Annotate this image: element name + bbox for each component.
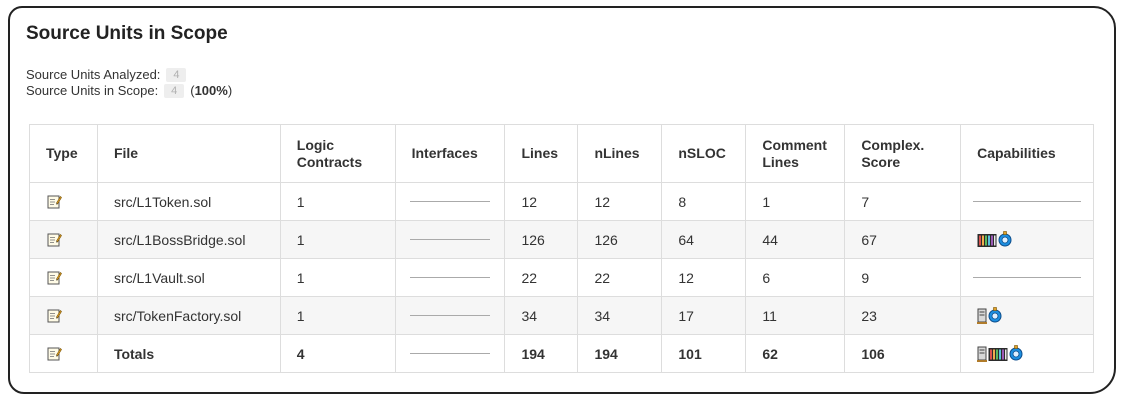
comment-lines-value: 6 <box>745 258 846 297</box>
logic-contracts-value: 4 <box>279 334 396 373</box>
capabilities-cell <box>960 296 1094 335</box>
source-units-table: Type File Logic Contracts Interfaces Lin… <box>29 124 1094 373</box>
header-nsloc: nSLOC <box>661 124 747 183</box>
complex-score-value: 67 <box>844 220 962 259</box>
empty-dash <box>409 315 491 316</box>
nlines-value: 12 <box>577 182 663 221</box>
hash-icon <box>988 307 1002 323</box>
capabilities-cell <box>960 334 1094 373</box>
nsloc-value: 64 <box>661 220 747 259</box>
header-type: Type <box>29 124 98 183</box>
hash-icon <box>1009 345 1023 361</box>
capabilities-icons <box>977 231 1012 248</box>
empty-dash <box>409 353 491 354</box>
type-cell <box>29 334 98 373</box>
file-name: src/L1BossBridge.sol <box>96 220 281 259</box>
interfaces-value <box>394 182 506 221</box>
lines-value: 12 <box>504 182 579 221</box>
nsloc-value: 12 <box>661 258 747 297</box>
complex-score-value: 106 <box>844 334 962 373</box>
bytes-icon <box>988 348 1008 362</box>
type-cell <box>29 182 98 221</box>
table-header-row: Type File Logic Contracts Interfaces Lin… <box>29 124 1094 183</box>
type-cell <box>29 296 98 335</box>
nlines-value: 34 <box>577 296 663 335</box>
file-name: src/L1Vault.sol <box>96 258 281 297</box>
header-interfaces: Interfaces <box>394 124 506 183</box>
bytes-icon <box>977 234 997 248</box>
logic-contracts-value: 1 <box>279 258 396 297</box>
capabilities-icons <box>977 307 1002 325</box>
empty-dash <box>409 239 491 240</box>
totals-label: Totals <box>96 334 281 373</box>
header-comment-lines: Comment Lines <box>745 124 846 183</box>
header-lines: Lines <box>504 124 579 183</box>
nsloc-value: 17 <box>661 296 747 335</box>
section-title: Source Units in Scope <box>26 23 228 44</box>
scope-summary: Source Units Analyzed: 4 Source Units in… <box>26 67 232 99</box>
header-capabilities: Capabilities <box>960 124 1094 183</box>
empty-dash <box>409 277 491 278</box>
scope-label: Source Units in Scope: <box>26 83 159 98</box>
file-name: src/TokenFactory.sol <box>96 296 281 335</box>
analyzed-label: Source Units Analyzed: <box>26 67 161 82</box>
nlines-value: 194 <box>577 334 663 373</box>
interfaces-value <box>394 334 506 373</box>
capabilities-cell <box>960 220 1094 259</box>
nlines-value: 126 <box>577 220 663 259</box>
empty-dash <box>973 201 1081 202</box>
capabilities-cell <box>960 182 1094 221</box>
header-file: File <box>96 124 281 183</box>
nlines-value: 22 <box>577 258 663 297</box>
hash-icon <box>998 231 1012 247</box>
table-row: src/L1BossBridge.sol 1 126 126 64 44 67 <box>29 220 1094 259</box>
lines-value: 22 <box>504 258 579 297</box>
nsloc-value: 8 <box>661 182 747 221</box>
complex-score-value: 23 <box>844 296 962 335</box>
lines-value: 34 <box>504 296 579 335</box>
interfaces-value <box>394 220 506 259</box>
logic-contracts-value: 1 <box>279 296 396 335</box>
comment-lines-value: 62 <box>745 334 846 373</box>
type-cell <box>29 258 98 297</box>
server-icon <box>977 308 988 325</box>
capabilities-icons <box>977 345 1023 363</box>
comment-lines-value: 44 <box>745 220 846 259</box>
comment-lines-value: 11 <box>745 296 846 335</box>
totals-row: Totals 4 194 194 101 62 106 <box>29 334 1094 373</box>
table-row: src/L1Vault.sol 1 22 22 12 6 9 <box>29 258 1094 297</box>
file-name: src/L1Token.sol <box>96 182 281 221</box>
interfaces-value <box>394 258 506 297</box>
lines-value: 126 <box>504 220 579 259</box>
comment-lines-value: 1 <box>745 182 846 221</box>
complex-score-value: 7 <box>844 182 962 221</box>
analyzed-count-badge: 4 <box>166 68 187 82</box>
memo-icon <box>47 271 62 285</box>
nsloc-value: 101 <box>661 334 747 373</box>
header-complex-score: Complex. Score <box>844 124 962 183</box>
memo-icon <box>47 309 62 323</box>
empty-dash <box>409 201 491 202</box>
empty-dash <box>973 277 1081 278</box>
header-nlines: nLines <box>577 124 663 183</box>
memo-icon <box>47 195 62 209</box>
scope-row: Source Units in Scope: 4 (100%) <box>26 83 232 99</box>
logic-contracts-value: 1 <box>279 182 396 221</box>
capabilities-cell <box>960 258 1094 297</box>
analyzed-row: Source Units Analyzed: 4 <box>26 67 232 83</box>
logic-contracts-value: 1 <box>279 220 396 259</box>
interfaces-value <box>394 296 506 335</box>
table-row: src/L1Token.sol 1 12 12 8 1 7 <box>29 182 1094 221</box>
memo-icon <box>47 347 62 361</box>
memo-icon <box>47 233 62 247</box>
table-row: src/TokenFactory.sol 1 34 34 17 11 23 <box>29 296 1094 335</box>
server-icon <box>977 346 988 363</box>
scope-count-badge: 4 <box>164 84 185 98</box>
complex-score-value: 9 <box>844 258 962 297</box>
type-cell <box>29 220 98 259</box>
scope-percentage: (100%) <box>190 83 233 98</box>
header-logic-contracts: Logic Contracts <box>279 124 396 183</box>
lines-value: 194 <box>504 334 579 373</box>
